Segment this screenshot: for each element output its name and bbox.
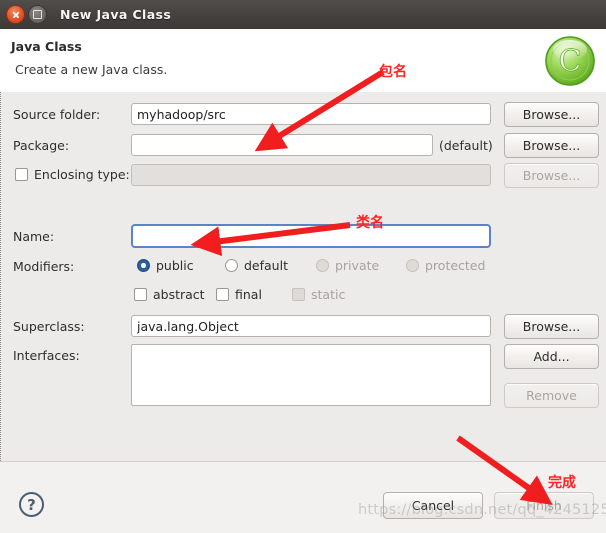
modifier-public-label: public bbox=[156, 258, 194, 273]
package-browse-button[interactable]: Browse... bbox=[504, 133, 599, 158]
source-folder-label: Source folder: bbox=[13, 107, 101, 122]
modifier-final-label: final bbox=[235, 287, 262, 302]
modifier-checkbox-final[interactable]: final bbox=[216, 287, 262, 302]
package-default-hint: (default) bbox=[439, 138, 493, 153]
radio-protected-icon bbox=[406, 259, 419, 272]
source-folder-browse-button[interactable]: Browse... bbox=[504, 102, 599, 127]
page-subtitle: Create a new Java class. bbox=[15, 62, 168, 77]
radio-default-icon[interactable] bbox=[225, 259, 238, 272]
checkbox-abstract-icon[interactable] bbox=[134, 288, 147, 301]
radio-private-icon bbox=[316, 259, 329, 272]
radio-public-icon[interactable] bbox=[137, 259, 150, 272]
superclass-label: Superclass: bbox=[13, 319, 85, 334]
page-title: Java Class bbox=[11, 39, 82, 54]
interfaces-listbox[interactable] bbox=[131, 344, 491, 406]
package-label: Package: bbox=[13, 138, 70, 153]
new-java-class-dialog: New Java Class Java Class Create a new J… bbox=[0, 0, 606, 533]
interfaces-add-button[interactable]: Add... bbox=[504, 344, 599, 369]
modifier-default-label: default bbox=[244, 258, 288, 273]
modifier-radio-default[interactable]: default bbox=[225, 258, 288, 273]
modifier-radio-public[interactable]: public bbox=[137, 258, 194, 273]
close-icon[interactable] bbox=[6, 5, 25, 24]
watermark: https://blog.csdn.net/qq_42451251 bbox=[358, 502, 606, 518]
window-titlebar: New Java Class bbox=[0, 0, 606, 30]
modifier-checkbox-static: static bbox=[292, 287, 345, 302]
modifier-static-label: static bbox=[311, 287, 346, 302]
interfaces-remove-button: Remove bbox=[504, 383, 599, 408]
wizard-banner: Java Class Create a new Java class. C bbox=[0, 29, 606, 93]
java-class-wizard-icon: C bbox=[545, 36, 595, 86]
source-folder-input[interactable] bbox=[131, 103, 491, 125]
annotation-package: 包名 bbox=[379, 64, 407, 80]
enclosing-type-input bbox=[131, 164, 491, 186]
enclosing-type-browse-button: Browse... bbox=[504, 163, 599, 188]
annotation-finish: 完成 bbox=[548, 475, 576, 491]
enclosing-type-label: Enclosing type: bbox=[34, 167, 130, 182]
modifier-abstract-label: abstract bbox=[153, 287, 205, 302]
checkbox-static-icon bbox=[292, 288, 305, 301]
maximize-icon[interactable] bbox=[28, 5, 47, 24]
name-label: Name: bbox=[13, 229, 55, 244]
superclass-input[interactable] bbox=[131, 315, 491, 337]
modifier-protected-label: protected bbox=[425, 258, 486, 273]
window-controls bbox=[6, 5, 47, 24]
package-input[interactable] bbox=[131, 134, 433, 156]
modifier-radio-private: private bbox=[316, 258, 379, 273]
enclosing-type-checkbox-group[interactable]: Enclosing type: bbox=[15, 167, 130, 182]
enclosing-type-checkbox[interactable] bbox=[15, 168, 28, 181]
window-title: New Java Class bbox=[60, 7, 172, 22]
modifier-checkbox-abstract[interactable]: abstract bbox=[134, 287, 205, 302]
interfaces-label: Interfaces: bbox=[13, 348, 80, 363]
checkbox-final-icon[interactable] bbox=[216, 288, 229, 301]
svg-text:C: C bbox=[559, 44, 582, 79]
name-input[interactable] bbox=[131, 224, 491, 248]
modifier-radio-protected: protected bbox=[406, 258, 485, 273]
help-icon[interactable]: ? bbox=[19, 492, 44, 517]
form-panel: Source folder: Browse... Package: (defau… bbox=[0, 92, 606, 461]
superclass-browse-button[interactable]: Browse... bbox=[504, 314, 599, 339]
modifiers-label: Modifiers: bbox=[13, 259, 75, 274]
annotation-class-name: 类名 bbox=[356, 215, 384, 231]
modifier-private-label: private bbox=[335, 258, 380, 273]
